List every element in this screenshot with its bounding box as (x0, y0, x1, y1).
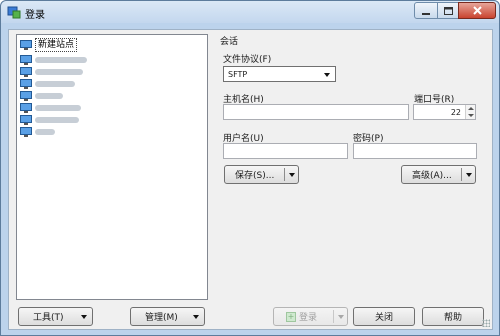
site-tree[interactable]: 新建站点 (16, 34, 208, 300)
split-divider (333, 310, 334, 323)
monitor-icon (20, 115, 32, 125)
protocol-label: 文件协议(F) (223, 55, 272, 65)
minimize-button[interactable] (414, 2, 438, 19)
monitor-icon (20, 67, 32, 77)
redacted-site-name (35, 69, 83, 75)
maximize-icon (443, 6, 453, 15)
close-icon (472, 6, 482, 15)
app-icon (7, 6, 21, 19)
minimize-icon (422, 12, 430, 15)
save-button[interactable]: 保存(S)... (224, 165, 299, 184)
host-input[interactable] (223, 104, 409, 120)
login-button[interactable]: + 登录 (273, 307, 348, 326)
chevron-down-icon (338, 315, 344, 319)
manage-button[interactable]: 管理(M) (130, 307, 205, 326)
monitor-icon (20, 40, 32, 50)
monitor-icon (20, 103, 32, 113)
split-divider (284, 168, 285, 181)
redacted-site-name (35, 81, 75, 87)
tools-button-label: 工具(T) (33, 313, 64, 323)
help-button-label: 帮助 (443, 313, 462, 323)
monitor-icon (20, 127, 32, 137)
redacted-site-name (35, 117, 79, 123)
session-group-title: 会话 (220, 37, 239, 47)
password-input[interactable] (353, 143, 477, 159)
chevron-up-icon[interactable] (468, 107, 474, 110)
chevron-down-icon[interactable] (466, 173, 472, 177)
login-button-label: 登录 (299, 313, 318, 323)
window-title: 登录 (25, 10, 45, 21)
tree-item-site[interactable] (20, 90, 63, 102)
port-spinner[interactable] (465, 105, 475, 119)
chevron-down-icon (193, 315, 199, 319)
monitor-icon (20, 79, 32, 89)
tree-item-label: 新建站点 (35, 38, 78, 52)
redacted-site-name (35, 57, 87, 63)
title-bar[interactable]: 登录 (1, 1, 499, 23)
protocol-value: SFTP (228, 69, 248, 79)
redacted-site-name (35, 105, 81, 111)
split-divider (461, 168, 462, 181)
tree-item-site[interactable] (20, 54, 87, 66)
port-value: 22 (450, 107, 461, 117)
chevron-down-icon[interactable] (468, 114, 474, 117)
dialog-client-area: 新建站点 会话 文件协议(F) SFTP 主机名(H) 端口号(R) 22 用户… (8, 29, 493, 330)
close-button[interactable]: 关闭 (353, 307, 415, 326)
monitor-icon (20, 91, 32, 101)
login-icon: + (286, 311, 296, 322)
port-input[interactable]: 22 (413, 104, 476, 120)
protocol-select[interactable]: SFTP (223, 66, 336, 82)
tools-button[interactable]: 工具(T) (18, 307, 93, 326)
close-window-button[interactable] (458, 2, 496, 19)
redacted-site-name (35, 129, 55, 135)
close-button-label: 关闭 (374, 313, 393, 323)
tree-item-site[interactable] (20, 102, 81, 114)
chevron-down-icon (324, 73, 330, 77)
manage-button-label: 管理(M) (145, 313, 178, 323)
help-button[interactable]: 帮助 (422, 307, 484, 326)
chevron-down-icon (81, 315, 87, 319)
username-input[interactable] (223, 143, 348, 159)
tree-item-site[interactable] (20, 78, 75, 90)
tree-item-new-site[interactable]: 新建站点 (20, 38, 78, 52)
chevron-down-icon[interactable] (289, 173, 295, 177)
tree-item-site[interactable] (20, 126, 55, 138)
monitor-icon (20, 55, 32, 65)
redacted-site-name (35, 93, 63, 99)
advanced-button-label: 高级(A)... (412, 171, 452, 181)
tree-item-site[interactable] (20, 66, 83, 78)
save-button-label: 保存(S)... (235, 171, 275, 181)
advanced-button[interactable]: 高级(A)... (401, 165, 476, 184)
login-window: 登录 新建站点 会话 文件协议(F) SFTP 主机名(H) 端口号(R) 22… (0, 0, 500, 336)
resize-grip[interactable] (482, 319, 490, 327)
tree-item-site[interactable] (20, 114, 79, 126)
maximize-button[interactable] (437, 2, 459, 19)
